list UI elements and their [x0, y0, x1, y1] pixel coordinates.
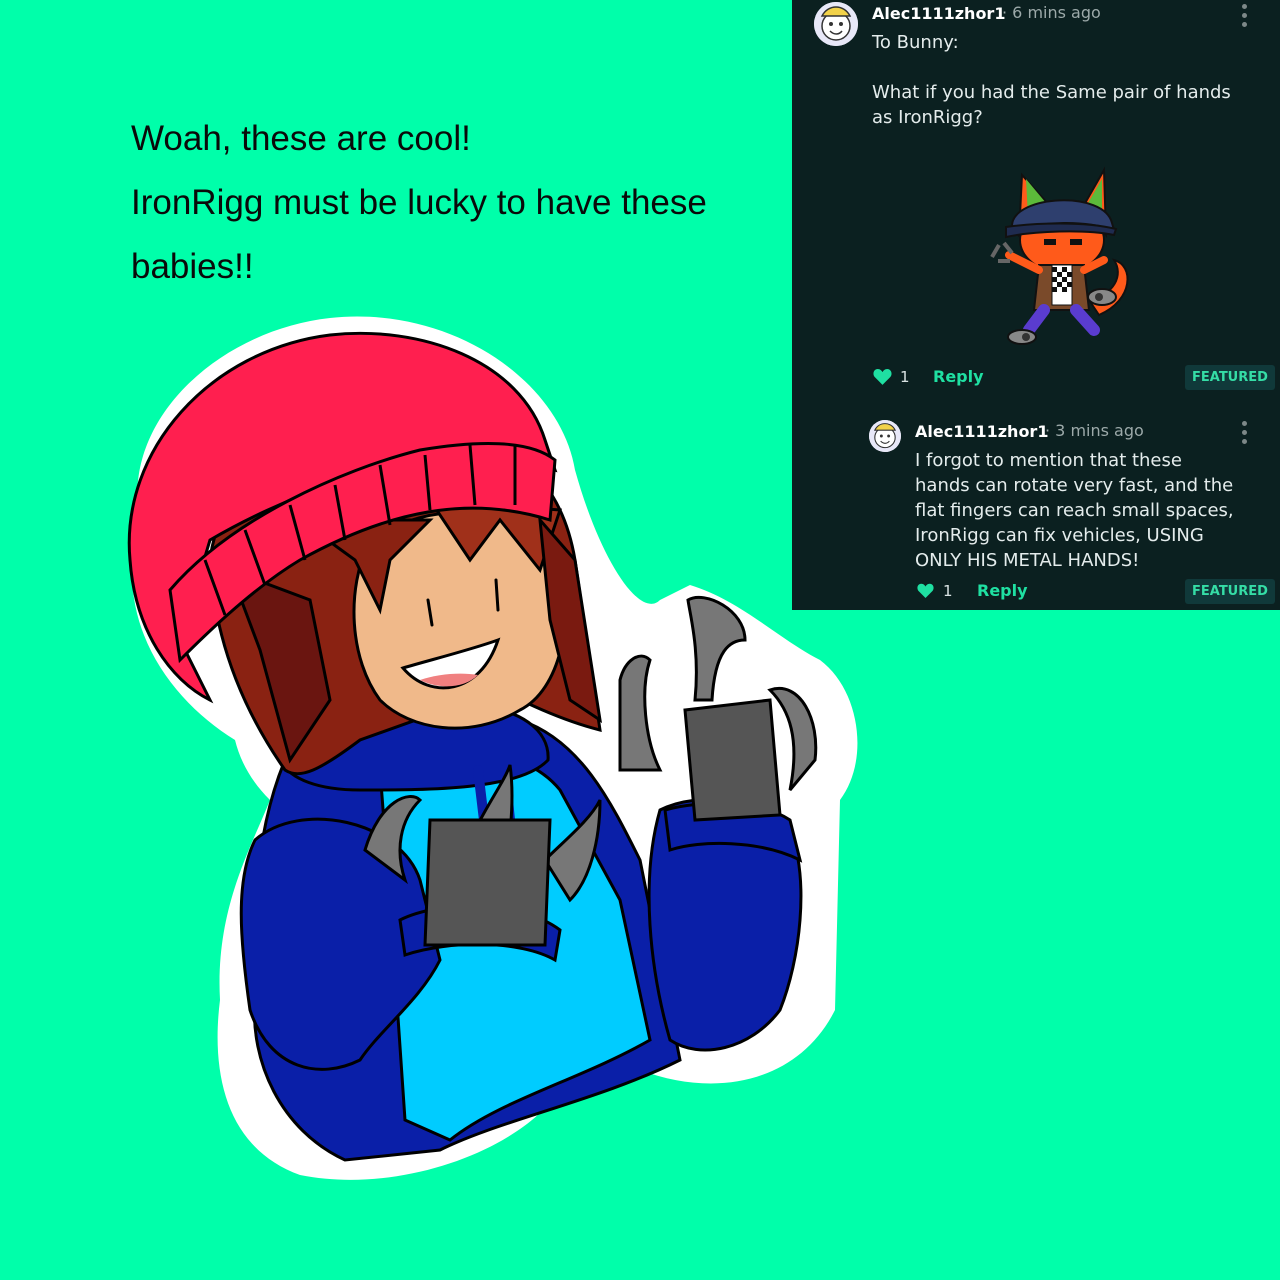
heart-icon[interactable]: [873, 368, 892, 385]
reply-line-2: hands can rotate very fast, and the: [915, 475, 1234, 496]
more-vertical-icon[interactable]: [1242, 4, 1248, 31]
reply-avatar[interactable]: [869, 420, 901, 452]
timestamp: · 6 mins ago: [1002, 3, 1101, 22]
reply-like-count: 1: [943, 582, 953, 600]
caption-line-2: IronRigg must be lucky to have these: [131, 183, 707, 222]
comment-line-3: as IronRigg?: [872, 107, 983, 128]
featured-badge: FEATURED: [1185, 365, 1275, 390]
reply-line-5: ONLY HIS METAL HANDS!: [915, 550, 1140, 571]
reply-reply-button[interactable]: Reply: [977, 581, 1028, 600]
caption: Woah, these are cool! IronRigg must be l…: [131, 112, 751, 304]
reply-heart-icon[interactable]: [917, 583, 934, 598]
right-eye: [494, 578, 500, 612]
reply-line-1: I forgot to mention that these: [915, 450, 1182, 471]
comment-attached-image[interactable]: [984, 165, 1134, 350]
comment-panel: Alec1111zhor1 · 6 mins ago To Bunny: Wha…: [792, 0, 1280, 610]
username[interactable]: Alec1111zhor1: [872, 4, 1005, 23]
reply-line-3: flat fingers can reach small spaces,: [915, 500, 1234, 521]
reply-line-4: IronRigg can fix vehicles, USING: [915, 525, 1204, 546]
reply-more-vertical-icon[interactable]: [1242, 421, 1248, 448]
reply-featured-badge: FEATURED: [1185, 579, 1275, 604]
reply-avatar-image: [869, 420, 901, 452]
avatar[interactable]: [814, 2, 858, 46]
caption-line-1: Woah, these are cool!: [131, 119, 471, 158]
comment-line-1: To Bunny:: [872, 32, 959, 53]
character-illustration: [127, 316, 858, 1180]
comment-line-2: What if you had the Same pair of hands: [872, 82, 1231, 103]
reply-button[interactable]: Reply: [933, 367, 984, 386]
avatar-image: [814, 2, 858, 46]
reply-timestamp: · 3 mins ago: [1045, 421, 1144, 440]
reply-username[interactable]: Alec1111zhor1: [915, 422, 1048, 441]
like-count: 1: [900, 368, 910, 386]
